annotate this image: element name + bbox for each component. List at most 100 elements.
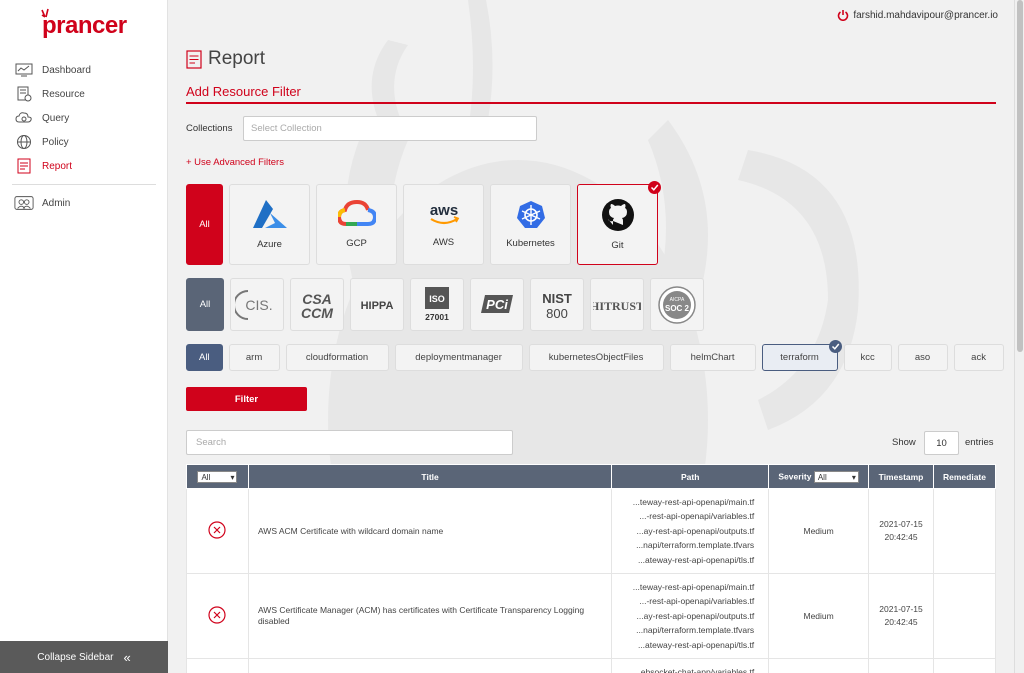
- policy-icon: [14, 134, 34, 150]
- sidebar-item-admin[interactable]: Admin: [0, 191, 168, 215]
- svg-text:CCM: CCM: [301, 305, 333, 321]
- title-cell: [247, 658, 613, 673]
- collections-select[interactable]: Select Collection: [243, 116, 537, 141]
- failed-x-circle-icon: [208, 606, 227, 624]
- aicpa-soc2-logo: AICPA SOC 2: [658, 285, 696, 324]
- hitrust-logo: HITRUST: [593, 299, 641, 313]
- compliance-pci-button[interactable]: PCi: [470, 278, 524, 331]
- sidebar-item-label: Policy: [42, 136, 69, 148]
- type-arm-button[interactable]: arm: [228, 344, 280, 371]
- provider-aws-card[interactable]: aws AWS: [403, 184, 484, 265]
- provider-label: AWS: [432, 237, 455, 248]
- status-cell: [186, 658, 249, 673]
- compliance-aicpa-soc2-button[interactable]: AICPA SOC 2: [650, 278, 704, 331]
- svg-text:27001: 27001: [425, 312, 449, 322]
- collections-label: Collections: [186, 123, 233, 134]
- page-scrollbar[interactable]: [1014, 0, 1024, 673]
- show-label: Show: [892, 437, 916, 448]
- selected-check-icon: [828, 340, 842, 353]
- power-icon[interactable]: [837, 9, 849, 21]
- provider-git-card[interactable]: Git: [577, 181, 661, 265]
- svg-text:ISO: ISO: [429, 294, 445, 304]
- sidebar-divider: [12, 184, 156, 185]
- compliance-cis-button[interactable]: CIS.: [230, 278, 284, 331]
- scrollbar-thumb[interactable]: [1017, 0, 1023, 352]
- sidebar-item-resource[interactable]: Resource: [0, 82, 168, 106]
- severity-column-header: Severity All: [768, 464, 870, 489]
- path-line: ...ay-rest-api-openapi/outputs.tf: [636, 610, 755, 621]
- svg-text:AICPA: AICPA: [670, 297, 685, 303]
- timestamp-cell: 2021-07-15 20:42:45: [868, 488, 934, 574]
- type-kubernetesobjectfiles-button[interactable]: kubernetesObjectFiles: [528, 344, 664, 371]
- timestamp-column-header[interactable]: Timestamp: [868, 464, 934, 489]
- collapse-sidebar-label: Collapse Sidebar: [37, 651, 114, 663]
- svg-text:NIST: NIST: [542, 291, 572, 306]
- title-cell: AWS Certificate Manager (ACM) has certif…: [247, 573, 613, 659]
- severity-filter-select[interactable]: All: [813, 470, 859, 483]
- compliance-csa-ccm-button[interactable]: CSA CCM: [290, 278, 344, 331]
- report-icon: [14, 158, 34, 174]
- main-content: farshid.mahdavipour@prancer.io Report Ad…: [168, 0, 1014, 673]
- table-row[interactable]: ...ebsocket-chat-app/variables.tf: [186, 658, 996, 673]
- severity-header-label[interactable]: Severity: [778, 471, 811, 481]
- sidebar-item-dashboard[interactable]: Dashboard: [0, 58, 168, 82]
- hippa-logo-text: HIPPA: [361, 300, 394, 312]
- compliance-nist-800-button[interactable]: NIST 800: [530, 278, 584, 331]
- provider-gcp-card[interactable]: GCP: [316, 184, 397, 265]
- type-terraform-button[interactable]: terraform: [761, 340, 842, 371]
- provider-kubernetes-card[interactable]: Kubernetes: [490, 184, 571, 265]
- logo-text: prancer: [42, 12, 127, 39]
- query-icon: [14, 110, 34, 126]
- compliance-iso-27001-button[interactable]: ISO 27001: [410, 278, 464, 331]
- title-column-header[interactable]: Title: [247, 464, 613, 489]
- type-ack-button[interactable]: ack: [953, 344, 1004, 371]
- section-title: Add Resource Filter: [186, 84, 301, 99]
- github-icon: [601, 199, 634, 231]
- cis-logo-text: CIS.: [245, 297, 272, 313]
- sidebar-item-query[interactable]: Query: [0, 106, 168, 130]
- path-line: ...ebsocket-chat-app/variables.tf: [633, 667, 755, 673]
- remediate-column-header[interactable]: Remediate: [933, 464, 996, 489]
- user-menu[interactable]: farshid.mahdavipour@prancer.io: [837, 9, 998, 21]
- type-helmchart-button[interactable]: helmChart: [669, 344, 756, 371]
- search-input[interactable]: Search: [186, 430, 513, 455]
- entries-per-page-input[interactable]: 10: [924, 431, 959, 455]
- compliance-hippa-button[interactable]: HIPPA: [350, 278, 404, 331]
- double-chevron-left-icon: «: [123, 649, 131, 665]
- filter-button[interactable]: Filter: [186, 387, 307, 411]
- sidebar-item-policy[interactable]: Policy: [0, 130, 168, 154]
- sidebar-item-report[interactable]: Report: [0, 154, 168, 178]
- path-line: ...napi/terraform.template.tfvars: [636, 540, 755, 551]
- svg-text:800: 800: [546, 306, 568, 321]
- compliance-all-button[interactable]: All: [186, 278, 224, 331]
- pci-logo: PCi: [481, 294, 513, 313]
- gcp-icon: [337, 200, 376, 226]
- dashboard-icon: [14, 62, 34, 78]
- kubernetes-icon: [516, 201, 545, 228]
- path-line: ...-rest-api-openapi/variables.tf: [639, 596, 755, 607]
- sidebar-item-label: Resource: [42, 88, 85, 100]
- entries-label: entries: [965, 437, 994, 448]
- collapse-sidebar-button[interactable]: Collapse Sidebar «: [0, 641, 168, 673]
- title-cell: AWS ACM Certificate with wildcard domain…: [247, 488, 613, 574]
- type-deploymentmanager-button[interactable]: deploymentmanager: [394, 344, 523, 371]
- table-row[interactable]: AWS Certificate Manager (ACM) has certif…: [186, 573, 996, 659]
- timestamp-cell: 2021-07-15 20:42:45: [868, 573, 934, 659]
- remediate-cell: [933, 573, 996, 659]
- compliance-hitrust-button[interactable]: HITRUST: [590, 278, 644, 331]
- severity-cell: Medium: [768, 573, 870, 659]
- type-cloudformation-button[interactable]: cloudformation: [285, 344, 389, 371]
- admin-icon: [14, 195, 34, 211]
- path-column-header[interactable]: Path: [611, 464, 770, 489]
- provider-label: Git: [611, 240, 624, 251]
- type-aso-button[interactable]: aso: [897, 344, 948, 371]
- type-kcc-button[interactable]: kcc: [843, 344, 892, 371]
- table-row[interactable]: AWS ACM Certificate with wildcard domain…: [186, 488, 996, 574]
- status-filter-select[interactable]: All: [197, 470, 238, 483]
- type-all-button[interactable]: All: [186, 344, 223, 371]
- path-line: ...teway-rest-api-openapi/main.tf: [632, 581, 755, 592]
- svg-text:SOC 2: SOC 2: [665, 304, 690, 313]
- provider-all-button[interactable]: All: [186, 184, 223, 265]
- provider-azure-card[interactable]: Azure: [229, 184, 310, 265]
- advanced-filters-link[interactable]: + Use Advanced Filters: [186, 157, 284, 168]
